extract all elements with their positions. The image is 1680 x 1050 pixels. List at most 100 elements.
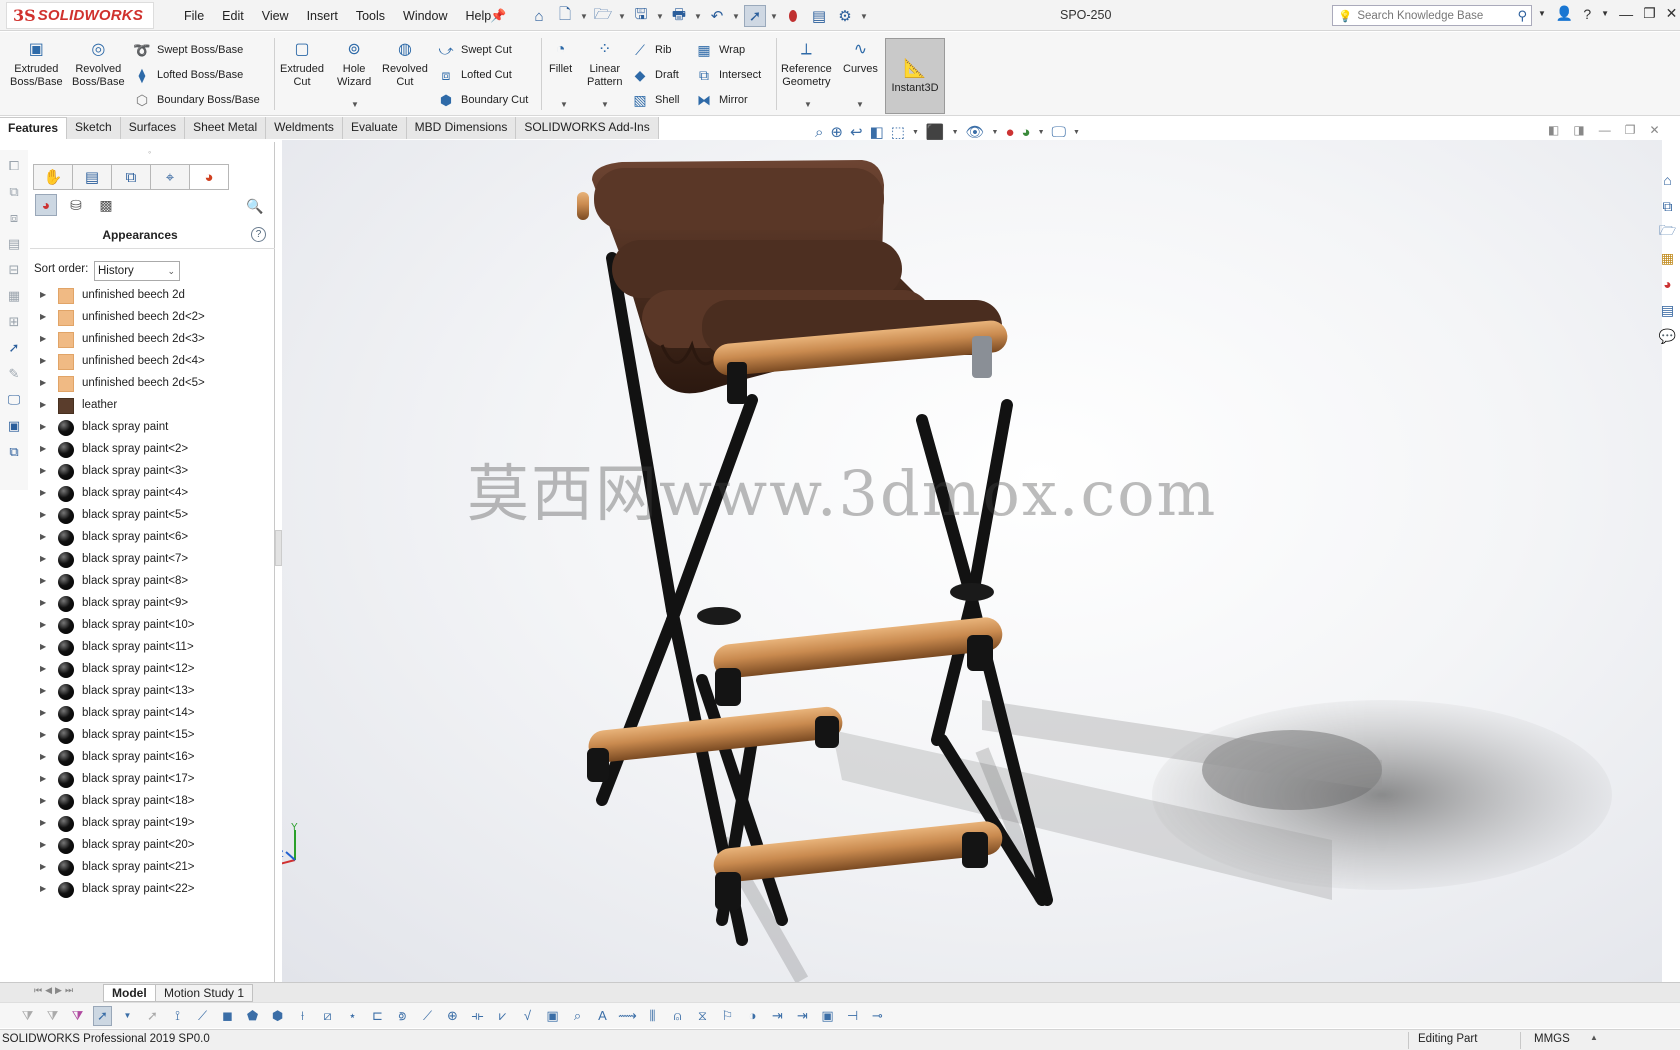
viewport-close-icon[interactable]: ✕: [1649, 123, 1659, 137]
new-document-icon[interactable]: 🗋: [554, 5, 576, 27]
appearance-tree-item[interactable]: ▶ black spray paint<20>: [30, 835, 275, 857]
home-icon[interactable]: ⌂: [528, 5, 550, 27]
appearance-tree-item[interactable]: ▶ unfinished beech 2d: [30, 285, 275, 307]
clear-filters-icon[interactable]: ⧩: [43, 1006, 62, 1026]
expand-arrow-icon[interactable]: ▶: [40, 862, 46, 871]
apply-scene-icon[interactable]: ◕: [1022, 124, 1031, 141]
print-dropdown-icon[interactable]: ▼: [694, 5, 702, 27]
expand-arrow-icon[interactable]: ▶: [40, 752, 46, 761]
reference-geometry-dropdown-icon[interactable]: ▼: [804, 100, 812, 109]
appearance-tree-item[interactable]: ▶ unfinished beech 2d<2>: [30, 307, 275, 329]
appearance-tree-item[interactable]: ▶ unfinished beech 2d<5>: [30, 373, 275, 395]
next-tab-icon[interactable]: ▶: [55, 985, 62, 996]
linear-pattern-dropdown-icon[interactable]: ▼: [601, 100, 609, 109]
viewport-minimize-icon[interactable]: —: [1599, 123, 1611, 137]
help-icon[interactable]: ?: [251, 227, 266, 242]
appearance-tree-item[interactable]: ▶ unfinished beech 2d<3>: [30, 329, 275, 351]
filter-vertices-icon[interactable]: ➚: [143, 1006, 162, 1026]
open-folder-icon[interactable]: 🗁: [592, 5, 614, 27]
sort-order-select[interactable]: History ⌄: [94, 261, 180, 281]
filter-notes-icon[interactable]: ▣: [543, 1006, 562, 1026]
curves-button[interactable]: ∿ Curves: [843, 38, 878, 76]
tab-sheet-metal[interactable]: Sheet Metal: [185, 117, 267, 139]
swept-boss-button[interactable]: ➰ Swept Boss/Base: [132, 40, 243, 60]
menu-tools[interactable]: Tools: [347, 9, 394, 23]
section-view-icon[interactable]: ◧: [870, 123, 884, 141]
hide-show-dropdown-icon[interactable]: ▼: [992, 129, 999, 136]
file-properties-icon[interactable]: ▤: [808, 5, 830, 27]
appearance-tree-item[interactable]: ▶ black spray paint<11>: [30, 637, 275, 659]
viewport-restore-icon[interactable]: ❐: [1625, 123, 1636, 137]
extruded-cut-button[interactable]: ▢ Extruded Cut: [280, 38, 324, 89]
select-dropdown-icon[interactable]: ▼: [118, 1006, 137, 1026]
hole-wizard-button[interactable]: ⊚ Hole Wizard: [337, 38, 371, 89]
appearance-tree-item[interactable]: ▶ black spray paint<9>: [30, 593, 275, 615]
tab-sketch[interactable]: Sketch: [67, 117, 121, 139]
restore-icon[interactable]: ❐: [1643, 5, 1656, 22]
appearance-tree-item[interactable]: ▶ black spray paint<13>: [30, 681, 275, 703]
strip-grid-icon[interactable]: ⊞: [4, 312, 24, 332]
search-knowledge-base-input[interactable]: 💡 Search Knowledge Base ⚲: [1332, 5, 1532, 26]
options-gear-icon[interactable]: ⚙: [834, 5, 856, 27]
minimize-icon[interactable]: —: [1619, 6, 1633, 22]
task-pane-file-explorer-icon[interactable]: 🗁: [1658, 222, 1678, 242]
task-pane-forum-icon[interactable]: 💬: [1658, 326, 1678, 346]
expand-arrow-icon[interactable]: ▶: [40, 598, 46, 607]
edit-appearance-icon[interactable]: ●: [1005, 124, 1014, 141]
filter-dimxpert-icon[interactable]: ⊣: [843, 1006, 862, 1026]
viewport-tile-left-icon[interactable]: ◧: [1548, 123, 1559, 137]
filter-midpoints-icon[interactable]: ⟄: [393, 1006, 412, 1026]
filter-surface-bodies-icon[interactable]: ⬟: [243, 1006, 262, 1026]
previous-view-icon[interactable]: ↩: [850, 123, 863, 141]
appearance-tree-item[interactable]: ▶ black spray paint<3>: [30, 461, 275, 483]
appearance-tree-item[interactable]: ▶ black spray paint<2>: [30, 439, 275, 461]
menu-edit[interactable]: Edit: [213, 9, 253, 23]
filter-dimensions-icon[interactable]: ⟛: [468, 1006, 487, 1026]
expand-arrow-icon[interactable]: ▶: [40, 840, 46, 849]
open-dropdown-icon[interactable]: ▼: [618, 5, 626, 27]
menu-insert[interactable]: Insert: [298, 9, 347, 23]
tab-display-manager[interactable]: ◕: [189, 164, 229, 190]
intersect-button[interactable]: ⧉ Intersect: [694, 65, 761, 85]
extruded-boss-button[interactable]: ▣ Extruded Boss/Base: [10, 38, 63, 89]
strip-pointer-icon[interactable]: ➚: [4, 338, 24, 358]
expand-arrow-icon[interactable]: ▶: [40, 378, 46, 387]
filter-weld-beads-icon[interactable]: ⟿: [618, 1006, 637, 1026]
expand-arrow-icon[interactable]: ▶: [40, 400, 46, 409]
help-dropdown-icon[interactable]: ▼: [1601, 9, 1609, 18]
task-pane-home-icon[interactable]: ⌂: [1658, 170, 1678, 190]
appearance-tree-item[interactable]: ▶ black spray paint<6>: [30, 527, 275, 549]
filter-connection-points-icon[interactable]: ◑: [743, 1006, 762, 1026]
tab-property-manager[interactable]: ▤: [72, 164, 112, 190]
expand-arrow-icon[interactable]: ▶: [40, 664, 46, 673]
rebuild-traffic-light-icon[interactable]: ⬮: [782, 5, 804, 27]
curves-dropdown-icon[interactable]: ▼: [856, 100, 864, 109]
expand-arrow-icon[interactable]: ▶: [40, 422, 46, 431]
pin-menu-icon[interactable]: 📌: [490, 8, 506, 24]
tab-motion-study-1[interactable]: Motion Study 1: [155, 984, 254, 1002]
tab-configuration-manager[interactable]: ⧉: [111, 164, 151, 190]
lofted-boss-button[interactable]: ⧫ Lofted Boss/Base: [132, 65, 244, 85]
appearance-tree-item[interactable]: ▶ leather: [30, 395, 275, 417]
filter-surface-finish-icon[interactable]: ⩗: [493, 1006, 512, 1026]
filter-mates-icon[interactable]: ⊸: [868, 1006, 887, 1026]
boundary-boss-button[interactable]: ⬡ Boundary Boss/Base: [132, 90, 260, 110]
expand-arrow-icon[interactable]: ▶: [40, 730, 46, 739]
filter-points-icon[interactable]: ⟟: [168, 1006, 187, 1026]
view-appearances-icon[interactable]: ◕: [35, 194, 57, 216]
zoom-to-area-icon[interactable]: ⊕: [830, 123, 843, 141]
close-icon[interactable]: ✕: [1666, 5, 1678, 22]
save-dropdown-icon[interactable]: ▼: [656, 5, 664, 27]
strip-copy-icon[interactable]: ⧉: [4, 182, 24, 202]
expand-arrow-icon[interactable]: ▶: [40, 774, 46, 783]
expand-arrow-icon[interactable]: ▶: [40, 334, 46, 343]
appearance-tree-item[interactable]: ▶ black spray paint<15>: [30, 725, 275, 747]
filter-edges-icon[interactable]: ⟋: [193, 1006, 212, 1026]
select-pointer-icon[interactable]: ➚: [93, 1005, 112, 1026]
expand-arrow-icon[interactable]: ▶: [40, 708, 46, 717]
expand-arrow-icon[interactable]: ▶: [40, 466, 46, 475]
tab-evaluate[interactable]: Evaluate: [342, 117, 407, 139]
user-account-icon[interactable]: 👤: [1556, 5, 1573, 22]
expand-arrow-icon[interactable]: ▶: [40, 444, 46, 453]
apply-scene-dropdown-icon[interactable]: ▼: [1038, 129, 1045, 136]
